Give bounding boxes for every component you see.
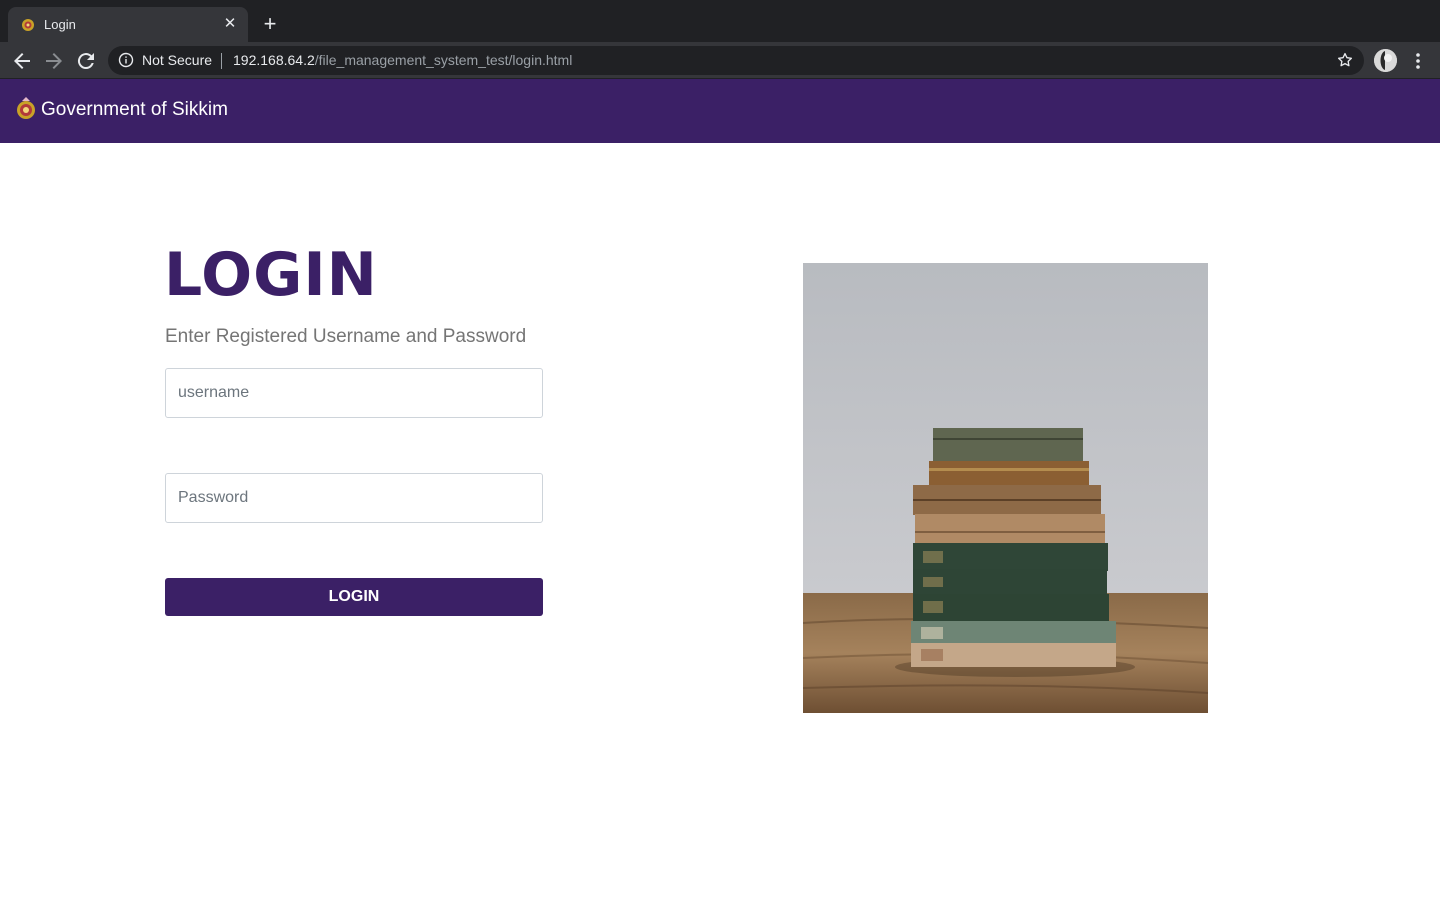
sikkim-emblem-icon [14,96,38,122]
username-input[interactable] [165,368,543,418]
login-button[interactable]: LOGIN [165,578,543,616]
reload-icon[interactable] [74,49,98,73]
info-icon[interactable] [118,52,134,68]
bookmark-star-icon[interactable] [1336,51,1354,69]
browser-tab-login[interactable]: Login ✕ [8,7,248,42]
site-brand[interactable]: Government of Sikkim [41,99,228,121]
browser-tabstrip: Login ✕ + [0,0,1440,42]
login-subtitle: Enter Registered Username and Password [165,326,527,347]
url-path: /file_management_system_test/login.html [314,52,573,68]
new-tab-icon[interactable]: + [258,12,282,36]
sikkim-emblem-icon [20,17,36,33]
url-text[interactable]: 192.168.64.2/file_management_system_test… [233,52,572,68]
tab-title: Login [44,17,76,32]
kebab-menu-icon[interactable] [1408,49,1428,73]
forward-arrow-icon[interactable] [42,49,66,73]
password-input[interactable] [165,473,543,523]
site-navbar: Government of Sikkim [0,79,1440,143]
address-bar[interactable]: Not Secure 192.168.64.2/file_management_… [108,46,1364,75]
stack-of-books-photo [803,263,1208,713]
security-label: Not Secure [142,52,213,68]
browser-toolbar: Not Secure 192.168.64.2/file_management_… [0,42,1440,79]
back-arrow-icon[interactable] [10,49,34,73]
close-tab-icon[interactable]: ✕ [220,14,240,34]
login-heading: LOGIN [164,240,378,310]
address-separator [221,53,222,69]
profile-avatar[interactable] [1374,49,1397,72]
url-host: 192.168.64.2 [233,52,315,68]
